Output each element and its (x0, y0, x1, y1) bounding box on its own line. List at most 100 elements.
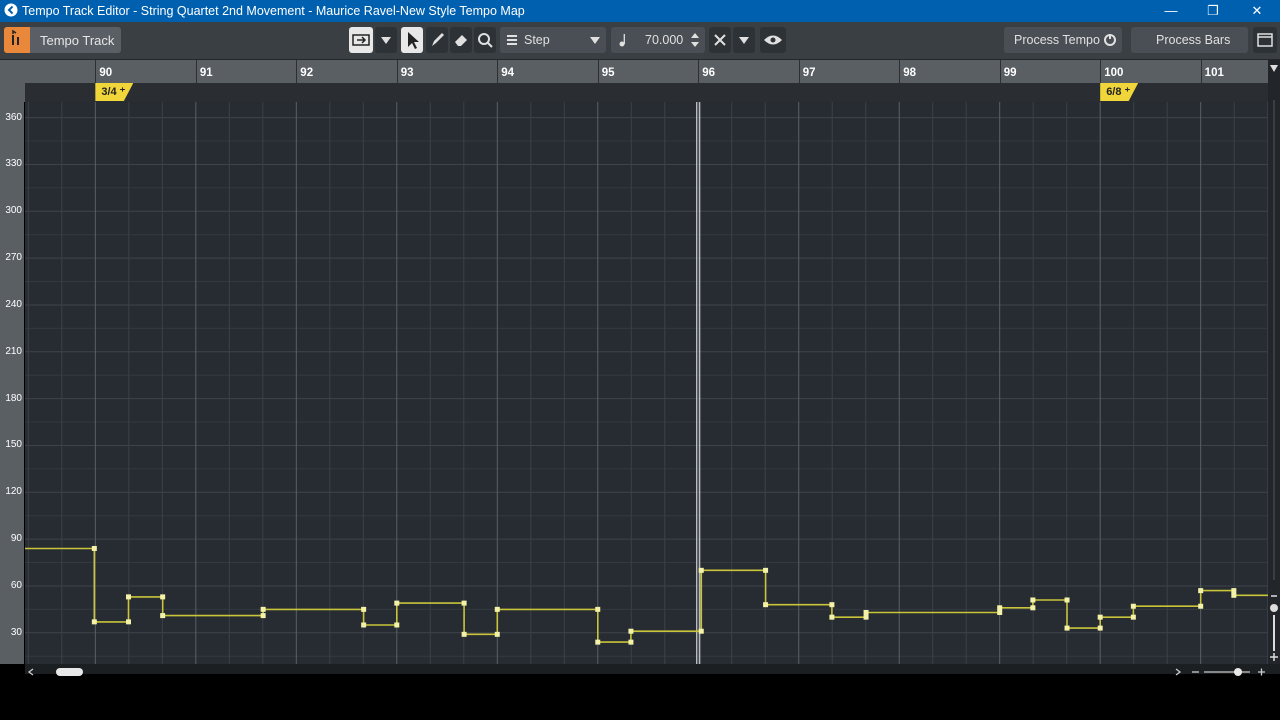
ruler-tick (798, 60, 800, 83)
tempo-event-point (260, 606, 266, 612)
tempo-event-point (628, 628, 634, 634)
zoom-tool[interactable] (474, 27, 496, 53)
tempo-event-point (125, 619, 131, 625)
ruler-tick (396, 60, 398, 83)
close-button[interactable]: ✕ (1235, 0, 1279, 22)
tempo-scale-label: 270 (5, 252, 22, 264)
tempo-track-icon (4, 27, 30, 53)
tempo-graph[interactable] (25, 102, 1269, 664)
time-signature-marker[interactable]: 3/4 ⁺ (95, 83, 134, 101)
window-layout-button[interactable] (1253, 27, 1277, 53)
erase-tool[interactable] (450, 27, 472, 53)
tempo-track-button[interactable]: Tempo Track (4, 27, 121, 53)
chevron-down-icon (739, 37, 749, 44)
bar-number: 95 (601, 67, 615, 79)
object-selection-tool[interactable] (401, 27, 423, 53)
tempo-event-point (160, 613, 166, 619)
scroll-thumb (56, 668, 83, 676)
tempo-event-point (1030, 597, 1036, 603)
process-tempo-label: Process Tempo (1014, 33, 1100, 47)
monitor-button[interactable] (760, 27, 786, 53)
draw-tool[interactable] (426, 27, 448, 53)
tempo-event-point (1231, 588, 1237, 594)
ruler-tick (296, 60, 298, 83)
tempo-event-point (595, 606, 601, 612)
window-layout-icon (1257, 33, 1273, 47)
snap-dropdown-button[interactable] (375, 27, 397, 53)
tempo-event-point (628, 639, 634, 645)
tempo-scale-label: 150 (5, 439, 22, 451)
bar-number: 96 (702, 67, 716, 79)
time-signature-marker[interactable]: 6/8 ⁺ (1100, 83, 1139, 101)
step-curve-icon (507, 35, 517, 45)
tempo-scale-label: 330 (5, 158, 22, 170)
tempo-event-point (763, 602, 769, 608)
restore-button[interactable]: ❐ (1191, 0, 1235, 22)
tempo-event-point (1064, 597, 1070, 603)
tempo-event-point (494, 631, 500, 637)
arrow-pointer-icon (408, 32, 419, 49)
tempo-event-point (91, 619, 97, 625)
tempo-event-point (461, 631, 467, 637)
tempo-event-point (160, 594, 166, 600)
snap-icon (352, 34, 370, 46)
chevron-down-icon (381, 37, 391, 44)
horizontal-scrollbar[interactable] (25, 664, 1280, 676)
tempo-event-point (1097, 614, 1103, 620)
tempo-event-point (91, 545, 97, 551)
snap-tool-button[interactable] (349, 27, 373, 53)
tempo-event-point (829, 614, 835, 620)
eraser-icon (455, 35, 467, 46)
tempo-event-point (997, 609, 1003, 615)
tempo-event-point (461, 600, 467, 606)
back-arrow-icon[interactable] (4, 3, 18, 17)
tempo-event-point (863, 609, 869, 615)
tempo-event-point (494, 606, 500, 612)
scroll-left-icon (27, 668, 34, 676)
snap-mode-dropdown[interactable] (733, 27, 755, 53)
process-bars-label: Process Bars (1156, 33, 1231, 47)
vertical-zoom-controls (1270, 65, 1278, 661)
scroll-right-icon (1175, 668, 1182, 676)
tempo-scale: 360 330 300 270 240 210 180 150 120 90 60 30 (0, 102, 24, 664)
power-icon (1104, 34, 1116, 46)
vertical-zoom-panel[interactable] (1268, 60, 1280, 674)
ruler-tick (1200, 60, 1202, 83)
tempo-event-point (394, 600, 400, 606)
eye-icon (764, 35, 782, 45)
process-bars-button[interactable]: Process Bars (1131, 27, 1248, 53)
magnifier-icon (478, 33, 493, 48)
zoom-in-icon (1270, 653, 1278, 661)
tempo-event-point (361, 606, 367, 612)
curve-type-select[interactable]: Step (500, 27, 606, 53)
bar-number: 98 (903, 67, 917, 79)
ruler-tick (1100, 60, 1102, 83)
ruler-tick (195, 60, 197, 83)
ruler-tick (597, 60, 599, 83)
bar-number: 94 (501, 67, 515, 79)
tempo-value-field[interactable]: 70.000 (611, 27, 705, 53)
tempo-scale-label: 300 (5, 205, 22, 217)
tempo-event-point (125, 594, 131, 600)
bar-number: 97 (802, 67, 816, 79)
tempo-event-point (1130, 603, 1136, 609)
ruler-tick (497, 60, 499, 83)
tempo-event-point (260, 613, 266, 619)
bar-number: 101 (1204, 67, 1224, 79)
tempo-event-point (394, 622, 400, 628)
ruler-tick (999, 60, 1001, 83)
signature-track[interactable]: 3/4 ⁺ 6/8 ⁺ (25, 83, 1268, 102)
horizontal-zoom-handle (1234, 668, 1242, 676)
tempo-event-point (829, 602, 835, 608)
bar-ruler[interactable]: 90 91 92 93 94 95 96 97 98 99 100 101 (0, 60, 1268, 83)
tempo-chart[interactable] (25, 102, 1269, 664)
curve-type-value: Step (524, 33, 550, 47)
tempo-event-point (763, 567, 769, 573)
minimize-button[interactable]: — (1149, 0, 1193, 22)
toolbar: Tempo Track Step 70.000 Process Tempo Pr… (0, 22, 1280, 60)
snap-mode-button[interactable] (709, 27, 731, 53)
tempo-event-point (595, 639, 601, 645)
process-tempo-button[interactable]: Process Tempo (1004, 27, 1122, 53)
stepper-arrows-icon[interactable] (689, 27, 701, 53)
bar-number: 90 (99, 67, 113, 79)
